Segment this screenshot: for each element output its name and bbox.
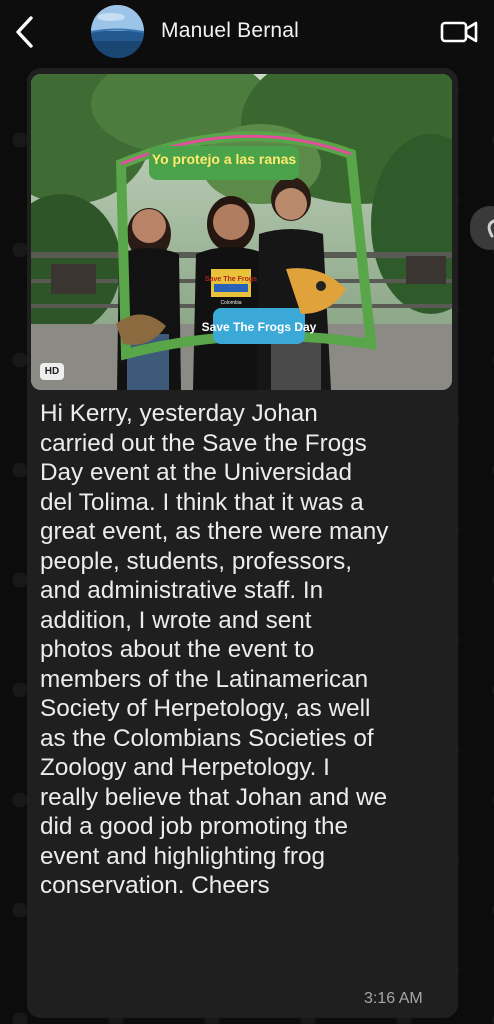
chevron-left-icon	[16, 16, 33, 48]
back-button[interactable]	[8, 10, 42, 54]
avatar-image	[91, 5, 144, 58]
scroll-to-bottom-button[interactable]	[470, 206, 494, 250]
contact-name[interactable]: Manuel Bernal	[161, 19, 299, 43]
event-photo: Yo protejo a las ranas Save The Frogs Da…	[31, 74, 452, 390]
message-photo[interactable]: Yo protejo a las ranas Save The Frogs Da…	[31, 74, 452, 390]
video-call-button[interactable]	[438, 16, 482, 48]
shirt-text: Save The Frogs	[205, 276, 257, 283]
avatar[interactable]	[91, 5, 144, 58]
shirt-subtext: Colombia	[220, 300, 241, 306]
message-timestamp: 3:16 AM	[364, 990, 423, 1007]
hd-badge: HD	[40, 363, 64, 380]
reply-arrow-icon	[487, 219, 494, 238]
chat-header: Manuel Bernal	[0, 0, 494, 64]
message-text: Hi Kerry, yesterday Johan carried out th…	[40, 400, 389, 899]
frame-top-text: Yo protejo a las ranas	[152, 151, 297, 167]
frame-bottom-text: Save The Frogs Day	[202, 320, 317, 334]
video-camera-icon	[440, 21, 478, 43]
